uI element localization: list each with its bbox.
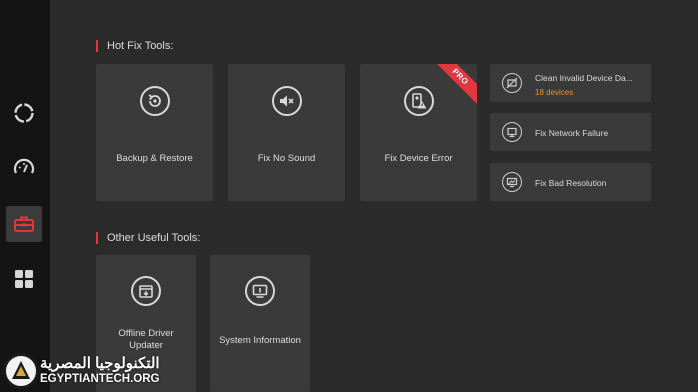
device-warning-icon (403, 86, 434, 116)
speedometer-icon (13, 158, 35, 174)
invalid-device-icon (502, 73, 522, 93)
system-information-label: System Information (219, 335, 301, 346)
pro-badge: PRO (430, 64, 477, 107)
fix-bad-resolution-title: Fix Bad Resolution (535, 178, 607, 188)
fix-no-sound-label: Fix No Sound (257, 153, 316, 164)
fix-network-failure-title: Fix Network Failure (535, 128, 609, 138)
clean-invalid-device-title: Clean Invalid Device Da... (535, 73, 633, 83)
watermark-url: EGYPTIANTECH.ORG (40, 373, 160, 385)
sidebar (0, 0, 50, 392)
bad-resolution-icon (502, 172, 522, 192)
watermark-logo-icon (3, 353, 39, 389)
offline-driver-icon (131, 276, 161, 306)
system-info-icon (245, 276, 275, 306)
backup-restore-icon (139, 86, 170, 116)
sidebar-item-speedup[interactable] (6, 150, 42, 186)
fix-no-sound-card[interactable]: Fix No Sound (228, 64, 345, 201)
fix-bad-resolution-card[interactable]: Fix Bad Resolution (490, 163, 651, 201)
fix-device-error-label: Fix Device Error (384, 153, 453, 164)
mute-speaker-icon (271, 86, 302, 116)
section-title-other-tools: Other Useful Tools: (96, 232, 200, 244)
network-failure-icon (502, 122, 522, 142)
apps-grid-icon (15, 270, 33, 288)
backup-restore-card[interactable]: Backup & Restore (96, 64, 213, 201)
section-title-hot-fix: Hot Fix Tools: (96, 40, 173, 52)
watermark: التكنولوجيا المصرية EGYPTIANTECH.ORG (0, 351, 160, 392)
invalid-device-count: 18 devices (535, 88, 574, 97)
fix-device-error-card[interactable]: PRO Fix Device Error (360, 64, 477, 201)
sidebar-item-toolbox[interactable] (6, 206, 42, 242)
watermark-arabic-text: التكنولوجيا المصرية (40, 355, 160, 372)
sidebar-item-home[interactable] (6, 95, 42, 131)
refresh-icon (14, 103, 34, 123)
backup-restore-label: Backup & Restore (116, 153, 193, 164)
toolbox-icon (14, 216, 34, 232)
sidebar-item-more[interactable] (6, 261, 42, 297)
fix-network-failure-card[interactable]: Fix Network Failure (490, 113, 651, 151)
clean-invalid-device-card[interactable]: Clean Invalid Device Da... 18 devices (490, 64, 651, 102)
offline-driver-updater-label: Offline Driver Updater (118, 328, 174, 351)
system-information-card[interactable]: System Information (210, 255, 310, 392)
